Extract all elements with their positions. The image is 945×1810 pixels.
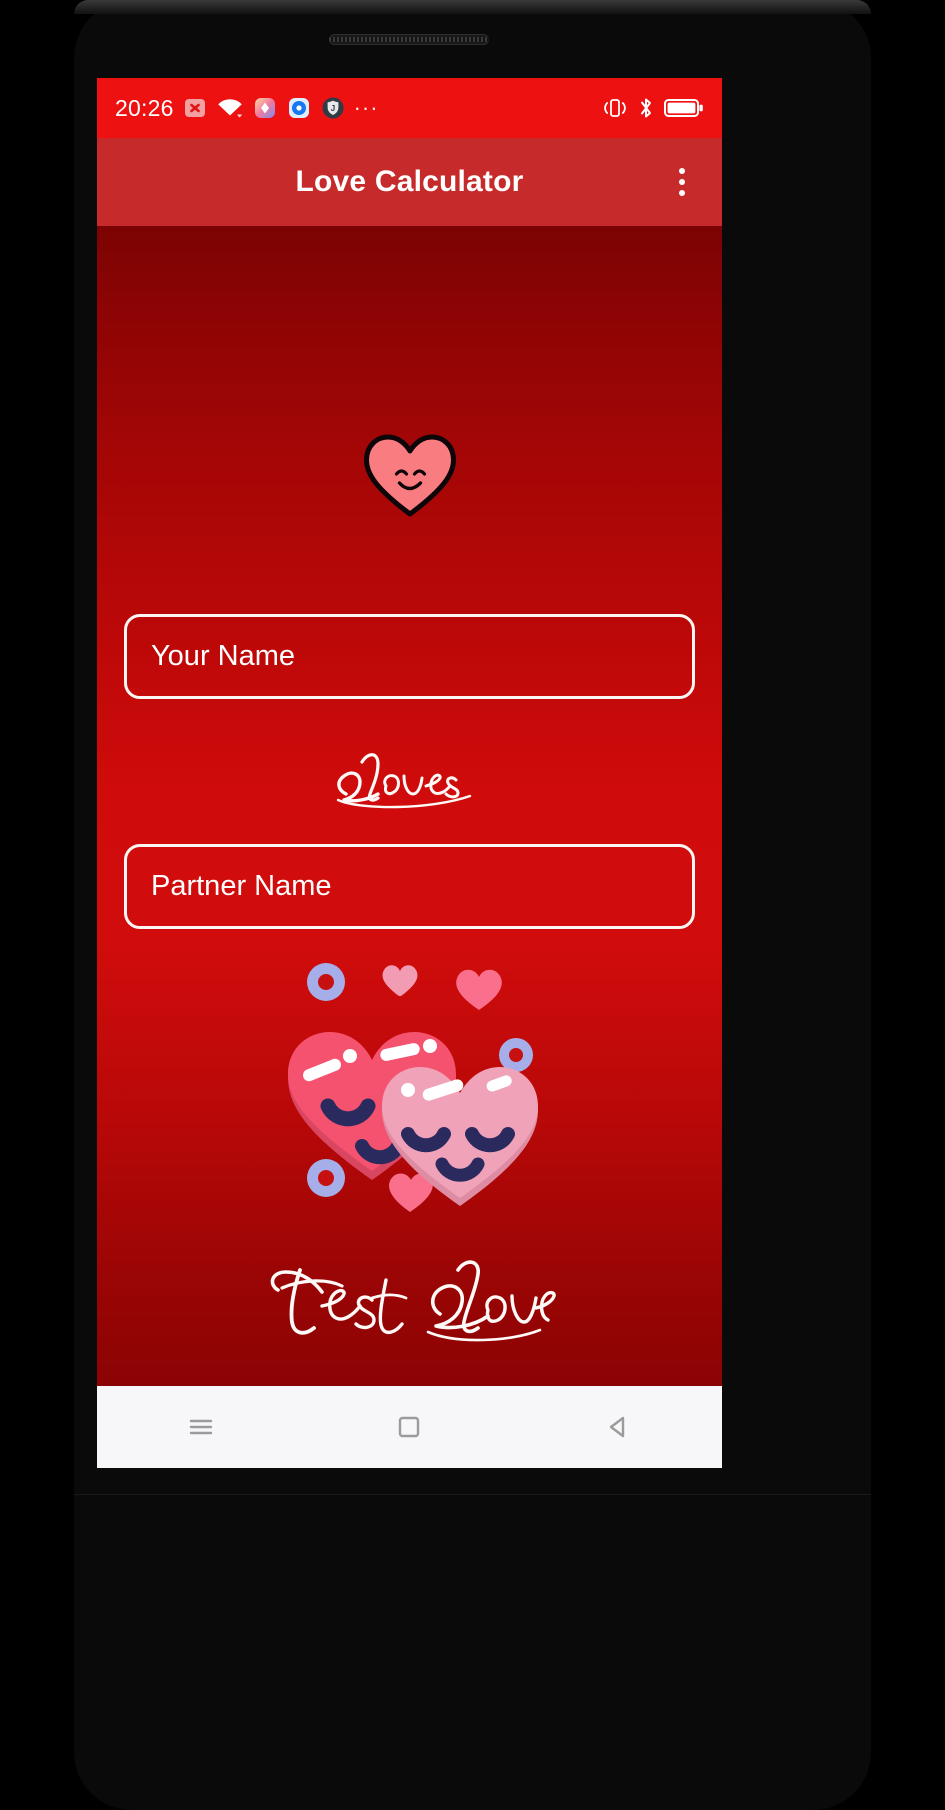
decoration-heart-top bbox=[382, 965, 417, 996]
battery-full-icon bbox=[664, 97, 704, 119]
nav-recents-button[interactable] bbox=[153, 1386, 249, 1468]
smiling-heart-icon bbox=[362, 433, 457, 518]
main-content bbox=[97, 226, 722, 1468]
status-overflow-dots: ··· bbox=[353, 95, 379, 120]
overflow-dot-1 bbox=[679, 168, 685, 174]
device-top-bezel bbox=[74, 0, 871, 14]
status-bar-left-group: 20:26 J ··· bbox=[115, 95, 379, 122]
page-title: Love Calculator bbox=[295, 165, 524, 198]
svg-text:J: J bbox=[330, 104, 334, 113]
app-notification-gradient-icon bbox=[252, 95, 278, 121]
app-bar: Love Calculator bbox=[97, 138, 722, 226]
wifi-icon bbox=[216, 96, 244, 120]
bluetooth-icon bbox=[637, 96, 655, 120]
app-notification-blue-icon bbox=[286, 95, 312, 121]
loves-script-label bbox=[97, 738, 722, 821]
phone-screen: 20:26 J ··· Love Calculator Your Name Pa… bbox=[97, 78, 722, 1468]
loves-script-svg bbox=[336, 753, 471, 809]
app-notification-shield-icon: J bbox=[320, 95, 346, 121]
status-clock: 20:26 bbox=[115, 94, 174, 121]
device-chin-divider bbox=[74, 1494, 871, 1495]
test-love-button[interactable] bbox=[97, 1244, 722, 1359]
status-bar-right-group bbox=[602, 96, 704, 120]
earpiece-speaker bbox=[329, 34, 489, 45]
partner-name-input[interactable] bbox=[124, 844, 695, 929]
overflow-menu-button[interactable] bbox=[662, 159, 702, 205]
square-icon bbox=[399, 1416, 420, 1438]
status-bar: 20:26 J ··· bbox=[97, 78, 722, 138]
android-navigation-bar bbox=[97, 1386, 722, 1468]
decoration-heart-top-right bbox=[455, 969, 502, 1010]
nav-home-button[interactable] bbox=[361, 1386, 457, 1468]
app-notification-x-icon bbox=[182, 95, 208, 121]
nav-back-button[interactable] bbox=[570, 1386, 666, 1468]
overflow-dot-2 bbox=[679, 179, 685, 185]
device-bottom-bezel bbox=[74, 1494, 871, 1810]
phone-frame: 20:26 J ··· Love Calculator Your Name Pa… bbox=[0, 0, 945, 1810]
earpiece-grille bbox=[329, 37, 489, 42]
menu-icon bbox=[189, 1419, 213, 1435]
couple-hearts-illustration bbox=[250, 950, 570, 1222]
vibrate-icon bbox=[602, 97, 628, 119]
test-love-script-svg bbox=[270, 1260, 556, 1342]
triangle-left-icon bbox=[609, 1416, 625, 1438]
your-name-input[interactable] bbox=[124, 614, 695, 699]
overflow-dot-3 bbox=[679, 190, 685, 196]
